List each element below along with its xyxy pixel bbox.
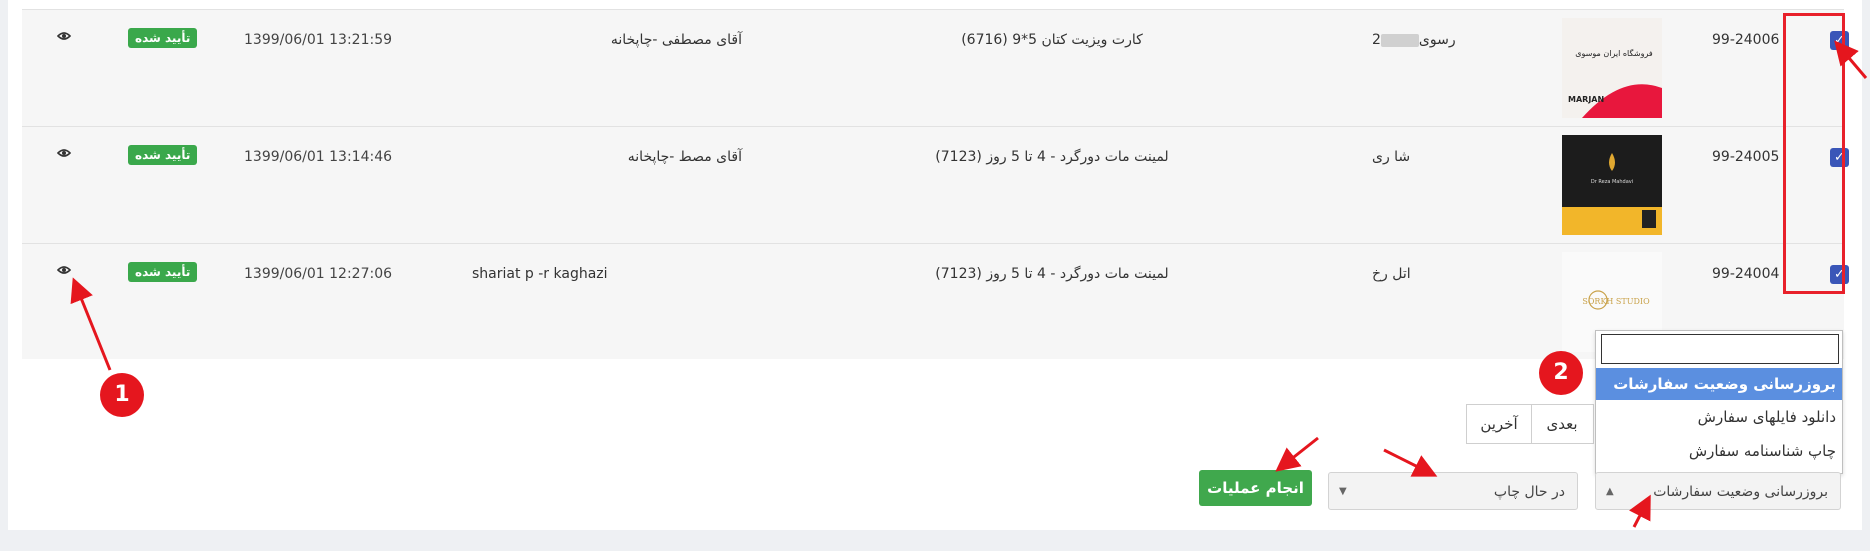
annotation-marker-1: 1 [100,373,144,417]
action-select[interactable]: بروزرسانی وضعیت سفارشات ▲ [1595,472,1841,510]
dropdown-option[interactable]: چاپ شناسنامه سفارش [1596,435,1842,467]
eye-icon [56,32,72,40]
table-row: ✓ 99-24004 SORKH STUDIO اتل رخ (7123) لم… [22,243,1849,359]
order-date: 1399/06/01 13:21:59 [244,32,393,48]
execute-button[interactable]: انجام عملیات [1199,470,1312,506]
status-badge: تأیید شده [128,145,198,165]
order-code: 99-24004 [1712,266,1780,282]
eye-icon [56,266,72,274]
dropdown-search-input[interactable] [1601,334,1839,364]
customer-name: اتل رخ [1372,266,1411,282]
order-thumbnail[interactable]: فروشگاه ایران موسوی MARJAN [1562,18,1662,118]
thumbnail-caption: Dr Reza Mahdavi [1591,179,1633,185]
caret-down-icon: ▼ [1339,486,1347,497]
annotation-marker-2: 2 [1539,351,1583,395]
caret-up-icon: ▲ [1606,486,1614,497]
thumbnail-caption: SORKH STUDIO [1582,297,1650,306]
thumbnail-caption: فروشگاه ایران موسوی [1575,48,1653,58]
action-select-value: بروزرسانی وضعیت سفارشات [1653,484,1828,500]
dropdown-option[interactable]: بروزرسانی وضعیت سفارشات [1596,368,1842,400]
order-thumbnail[interactable]: Dr Reza Mahdavi [1562,135,1662,235]
view-eye-icon[interactable] [56,261,72,279]
dropdown-option[interactable]: دانلود فایلهای سفارش [1596,401,1842,433]
table-row: ✓ 99-24006 فروشگاه ایران موسوی MARJAN 2ر… [22,9,1849,126]
pagination-last[interactable]: آخرین [1466,404,1532,444]
status-select-value: در حال چاپ [1493,484,1565,500]
thumbnail-brand: MARJAN [1568,95,1604,104]
status-select[interactable]: در حال چاپ ▼ [1328,472,1578,510]
product-name: (7123) لمینت مات دورگرد - 4 تا 5 روز [935,149,1169,165]
table-row: ✓ 99-24005 Dr Reza Mahdavi شا ری (7123) … [22,126,1849,243]
checkbox-highlight-frame [1783,13,1845,294]
agent-name: آقای مصط -چاپخانه [627,149,742,165]
customer-name: 2 رسوی [1372,32,1456,48]
order-date: 1399/06/01 12:27:06 [244,266,393,282]
thumbnail-image: فروشگاه ایران موسوی MARJAN [1562,18,1662,118]
status-badge: تأیید شده [128,28,198,48]
agent-name: shariat p -r kaghazi [472,266,608,282]
product-name: (6716) کارت ویزیت کتان 5*9 [961,32,1143,48]
status-badge: تأیید شده [128,262,198,282]
view-eye-icon[interactable] [56,27,72,45]
order-date: 1399/06/01 13:14:46 [244,149,393,165]
agent-name: آقای مصطفی -چاپخانه [610,32,742,48]
pagination-next[interactable]: بعدی [1530,404,1594,444]
product-name: (7123) لمینت مات دورگرد - 4 تا 5 روز [935,266,1169,282]
view-eye-icon[interactable] [56,144,72,162]
eye-icon [56,149,72,157]
order-code: 99-24005 [1712,149,1780,165]
action-dropdown-list: بروزرسانی وضعیت سفارشات دانلود فایلهای س… [1595,330,1843,474]
customer-name: شا ری [1372,149,1411,165]
thumbnail-image: Dr Reza Mahdavi [1562,135,1662,235]
order-code: 99-24006 [1712,32,1780,48]
